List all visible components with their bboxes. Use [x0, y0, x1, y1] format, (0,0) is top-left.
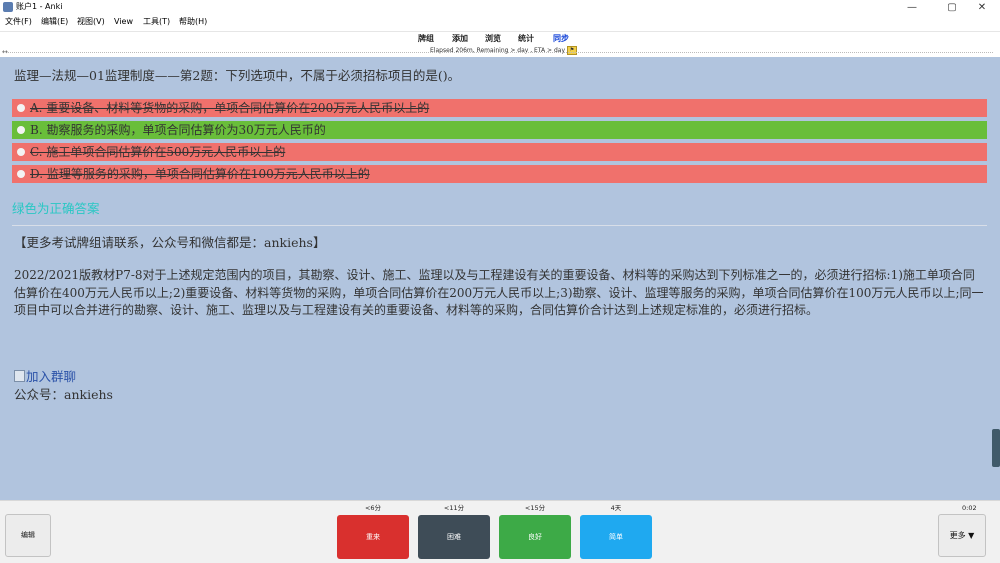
join-group-text[interactable]: 加入群聊: [26, 369, 76, 384]
menu-edit[interactable]: 编辑(E): [41, 16, 68, 28]
hard-button[interactable]: 困难: [418, 515, 490, 559]
toolbar-divider: [8, 52, 993, 53]
toolbar-add[interactable]: 添加: [452, 34, 468, 44]
option-d: D. 监理等服务的采购，单项合同估算价在100万元人民币以上的: [12, 165, 987, 183]
option-bullet-icon: [17, 170, 25, 178]
contact-text: 【更多考试牌组请联系，公众号和微信都是：ankiehs】: [14, 235, 326, 250]
menu-bar: 文件(F) 编辑(E) 视图(V) View 工具(T) 帮助(H): [0, 15, 1000, 29]
ruler-arrow-icon: ↔: [2, 48, 8, 56]
title-bar: 账户1 - Anki — ▢ ✕: [0, 0, 1000, 15]
option-b-text: B. 勘察服务的采购，单项合同估算价为30万元人民币的: [30, 123, 326, 137]
explanation-text: 2022/2021版教材P7-8对于上述规定范围内的项目，其勘察、设计、施工、监…: [14, 268, 984, 317]
window-title: 账户1 - Anki: [16, 2, 63, 11]
close-button[interactable]: ✕: [962, 0, 1000, 15]
option-a: A. 重要设备、材料等货物的采购，单项合同估算价在200万元人民币以上的: [12, 99, 987, 117]
menu-view-en[interactable]: View: [114, 16, 133, 28]
option-c-text: C. 施工单项合同估算价在500万元人民币以上的: [30, 145, 286, 159]
toolbar-browse[interactable]: 浏览: [485, 34, 501, 44]
answer-divider: [12, 225, 987, 226]
easy-button[interactable]: 简单: [580, 515, 652, 559]
toolbar-stats[interactable]: 统计: [518, 34, 534, 44]
public-account-text: 公众号：ankiehs: [14, 387, 113, 402]
again-button[interactable]: 重来: [337, 515, 409, 559]
menu-tools[interactable]: 工具(T): [143, 16, 170, 28]
option-bullet-icon: [17, 148, 25, 156]
option-c: C. 施工单项合同估算价在500万元人民币以上的: [12, 143, 987, 161]
edit-button[interactable]: 编辑: [5, 514, 51, 557]
join-group-link[interactable]: 加入群聊: [14, 369, 76, 385]
again-interval: <6分: [364, 504, 382, 512]
anki-icon: [3, 2, 13, 12]
eta-badge-icon: ⚑: [567, 46, 578, 55]
option-bullet-icon: [17, 104, 25, 112]
toolbar-sync[interactable]: 同步: [553, 34, 569, 44]
hard-interval: <11分: [443, 504, 465, 512]
option-bullet-icon: [17, 126, 25, 134]
menu-file[interactable]: 文件(F): [5, 16, 32, 28]
toolbar-decks[interactable]: 牌组: [418, 34, 434, 44]
good-button[interactable]: 良好: [499, 515, 571, 559]
card-content: 监理—法规—01监理制度——第2题：下列选项中，不属于必须招标项目的是()。 A…: [0, 57, 1000, 500]
eta-status: Elapsed 206m, Remaining > day , ETA > da…: [430, 46, 578, 55]
good-interval: <15分: [524, 504, 546, 512]
correct-answer-note: 绿色为正确答案: [12, 201, 100, 216]
menu-view[interactable]: 视图(V): [77, 16, 105, 28]
menu-help[interactable]: 帮助(H): [179, 16, 207, 28]
option-a-text: A. 重要设备、材料等货物的采购，单项合同估算价在200万元人民币以上的: [30, 101, 430, 115]
option-b: B. 勘察服务的采购，单项合同估算价为30万元人民币的: [12, 121, 987, 139]
question-text: 监理—法规—01监理制度——第2题：下列选项中，不属于必须招标项目的是()。: [14, 68, 461, 83]
option-d-text: D. 监理等服务的采购，单项合同估算价在100万元人民币以上的: [30, 167, 370, 181]
main-toolbar: 牌组 添加 浏览 统计 同步 ↔ Elapsed 206m, Remaining…: [0, 31, 1000, 58]
review-timer: 0:02: [962, 504, 977, 512]
answer-bar: 编辑 <6分 重来 <11分 困难 <15分 良好 4天 简单 0:02 更多 …: [0, 500, 1000, 563]
side-panel-handle[interactable]: [992, 429, 1000, 467]
broken-image-icon: [14, 370, 25, 382]
minimize-button[interactable]: —: [892, 0, 932, 15]
more-button[interactable]: 更多 ▼: [938, 514, 986, 557]
easy-interval: 4天: [610, 504, 622, 512]
